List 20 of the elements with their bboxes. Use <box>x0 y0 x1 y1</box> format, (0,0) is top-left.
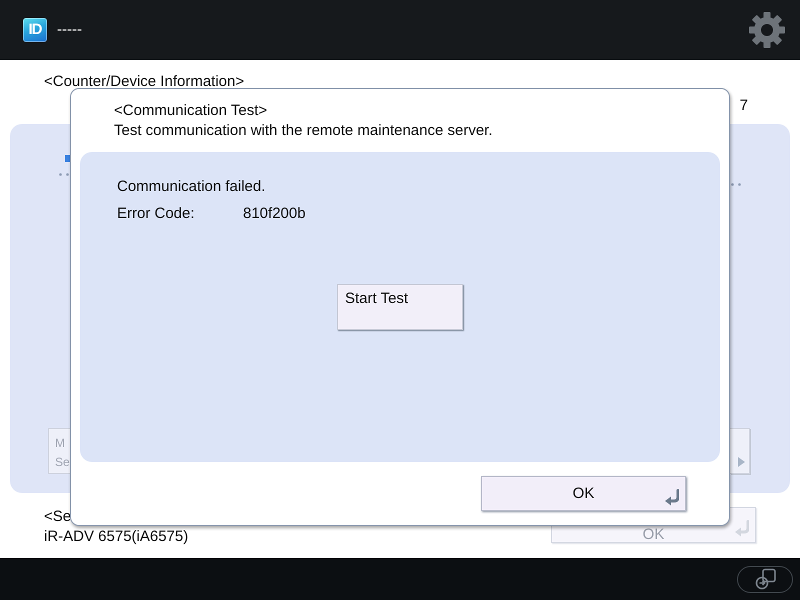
square-marker-icon <box>65 155 70 162</box>
model-name: iR-ADV 6575(iA6575) <box>44 527 188 547</box>
id-logo: ID <box>23 18 47 42</box>
screen-swap-icon <box>754 568 776 590</box>
section-label: <Se <box>44 507 72 527</box>
settings-icon[interactable] <box>748 11 786 49</box>
dialog-title: <Communication Test> <box>114 101 268 121</box>
screen-switch-button[interactable] <box>737 566 793 592</box>
dialog-description: Test communication with the remote maintenance server. <box>114 121 493 141</box>
page-title: <Counter/Device Information> <box>44 73 244 91</box>
error-code-label: Error Code: <box>117 204 195 224</box>
error-code-value: 810f200b <box>243 204 306 224</box>
start-test-button[interactable]: Start Test <box>337 284 463 330</box>
status-message: Communication failed. <box>117 177 266 197</box>
page-number: 7 <box>740 97 748 115</box>
ok-button[interactable]: OK <box>481 476 686 511</box>
return-arrow-icon <box>664 489 679 506</box>
user-name-text: ----- <box>57 21 82 39</box>
triangle-right-icon <box>738 457 745 467</box>
return-arrow-icon <box>734 520 749 537</box>
